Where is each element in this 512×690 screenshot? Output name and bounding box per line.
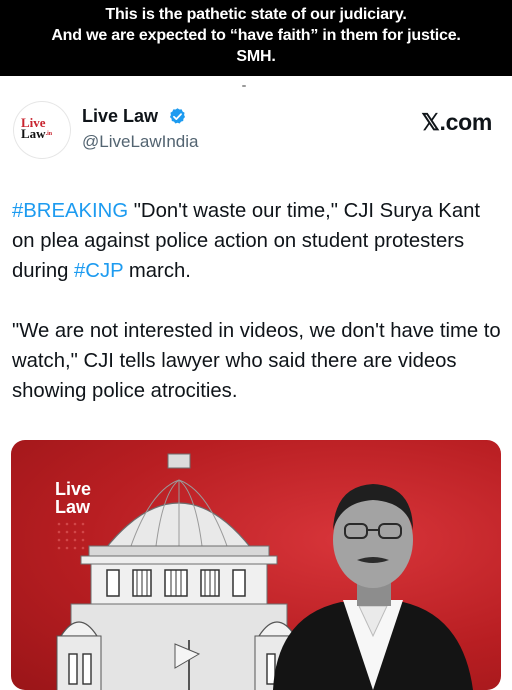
tweet-body: #BREAKING "Don't waste our time," CJI Su… (12, 196, 504, 406)
meme-caption: This is the pathetic state of our judici… (0, 0, 512, 76)
media-logo: Live Law (55, 480, 91, 516)
tweet-media-image[interactable]: Live Law (11, 440, 501, 690)
media-logo-line-1: Live (55, 479, 92, 499)
caption-line-1: This is the pathetic state of our judici… (105, 6, 407, 23)
hashtag-cjp[interactable]: #CJP (74, 260, 123, 282)
caption-line-3: SMH. (236, 48, 276, 65)
court-illustration (56, 453, 473, 690)
avatar-logo-line-2: Law.in (21, 126, 53, 141)
divider-mark (242, 85, 246, 87)
tweet-paragraph-2: "We are not interested in videos, we don… (12, 320, 501, 402)
site-label: 𝕏.com (421, 109, 492, 135)
verified-badge-icon (169, 108, 186, 124)
tweet-text-b: march. (123, 260, 191, 282)
avatar[interactable]: Live Law.in (14, 102, 70, 158)
tweet-header: Live Law.in Live Law @LiveLawIndia 𝕏.com (0, 96, 512, 166)
account-handle[interactable]: @LiveLawIndia (82, 132, 199, 152)
hashtag-breaking[interactable]: #BREAKING (12, 200, 128, 222)
media-logo-line-2: Law (55, 497, 91, 517)
tweet-paragraph-1: #BREAKING "Don't waste our time," CJI Su… (12, 196, 504, 286)
account-name[interactable]: Live Law (82, 106, 158, 127)
caption-line-2: And we are expected to “have faith” in t… (51, 27, 461, 44)
